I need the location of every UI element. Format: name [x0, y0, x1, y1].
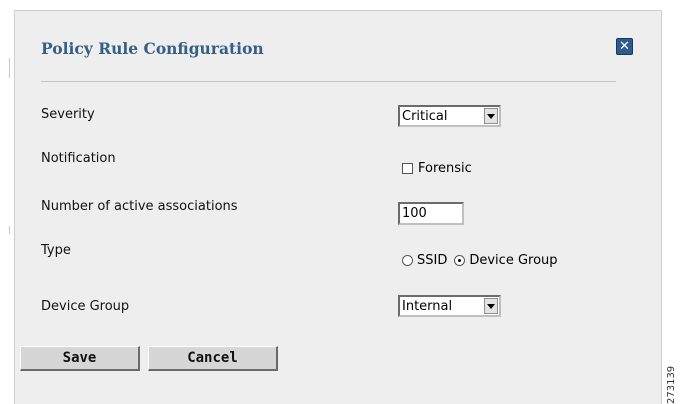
left-edge-line — [9, 226, 10, 234]
ssid-radio-label: SSID — [417, 253, 448, 268]
title-divider — [41, 81, 616, 82]
device-group-select[interactable]: Internal — [398, 295, 501, 317]
policy-rule-dialog: Policy Rule Configuration ✕ Severity Cri… — [14, 10, 662, 404]
forensic-checkbox-group[interactable]: Forensic — [402, 161, 472, 176]
ssid-radio[interactable] — [402, 255, 413, 266]
cancel-button[interactable]: Cancel — [148, 346, 278, 371]
device-group-radio[interactable] — [454, 255, 466, 266]
chevron-down-icon[interactable] — [484, 298, 498, 314]
device-group-radio-label: Device Group — [469, 253, 558, 268]
type-label: Type — [41, 243, 71, 258]
severity-label: Severity — [41, 107, 95, 122]
forensic-checkbox[interactable] — [402, 163, 413, 174]
dialog-title: Policy Rule Configuration — [41, 39, 264, 58]
associations-input[interactable]: 100 — [398, 202, 464, 225]
chevron-down-icon[interactable] — [484, 108, 498, 124]
forensic-label: Forensic — [418, 161, 472, 176]
severity-value: Critical — [402, 108, 448, 124]
close-icon[interactable]: ✕ — [616, 38, 633, 55]
notification-label: Notification — [41, 151, 116, 166]
associations-label: Number of active associations — [41, 199, 238, 214]
left-edge-line — [9, 58, 10, 78]
type-radio-group: SSID Device Group — [402, 253, 558, 268]
severity-select[interactable]: Critical — [398, 105, 501, 127]
figure-id: 273139 — [666, 365, 677, 404]
device-group-value: Internal — [402, 298, 453, 314]
save-button[interactable]: Save — [20, 346, 140, 371]
device-group-label: Device Group — [41, 299, 130, 314]
